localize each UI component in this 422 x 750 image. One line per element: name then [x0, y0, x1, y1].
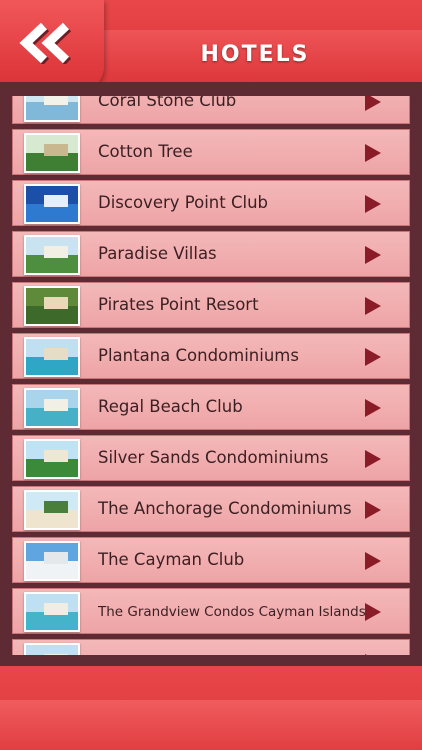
hotel-row[interactable]: The Cayman Club [12, 537, 410, 583]
hotel-thumbnail [24, 235, 80, 275]
double-chevron-left-icon [19, 22, 72, 66]
hotel-thumbnail [24, 133, 80, 173]
hotel-name: Paradise Villas [98, 244, 217, 263]
hotel-list[interactable]: Coral Stone Club Cotton Tree Discovery Poi… [12, 96, 410, 655]
hotel-row[interactable] [12, 639, 410, 655]
chevron-right-icon [365, 297, 381, 315]
hotel-row[interactable]: Plantana Condominiums [12, 333, 410, 379]
hotel-name: Cotton Tree [98, 142, 193, 161]
chevron-right-icon [365, 399, 381, 417]
chevron-right-icon [365, 603, 381, 621]
hotel-thumbnail [24, 439, 80, 479]
chevron-right-icon [365, 144, 381, 162]
hotel-thumbnail [24, 643, 80, 655]
chevron-right-icon [365, 654, 381, 655]
hotel-row[interactable]: Paradise Villas [12, 231, 410, 277]
hotel-row[interactable]: Discovery Point Club [12, 180, 410, 226]
page-title: HOTELS [200, 42, 310, 67]
chevron-right-icon [365, 348, 381, 366]
hotel-row[interactable]: Silver Sands Condominiums [12, 435, 410, 481]
hotel-row[interactable]: Pirates Point Resort [12, 282, 410, 328]
hotel-name: Coral Stone Club [98, 96, 237, 110]
hotel-thumbnail [24, 592, 80, 632]
hotel-row[interactable]: The Grandview Condos Cayman Islands [12, 588, 410, 634]
hotel-thumbnail [24, 96, 80, 122]
hotel-thumbnail [24, 286, 80, 326]
hotel-row[interactable]: Regal Beach Club [12, 384, 410, 430]
back-button[interactable] [14, 22, 74, 66]
chevron-right-icon [365, 246, 381, 264]
hotel-name: Regal Beach Club [98, 397, 243, 416]
hotel-name: Discovery Point Club [98, 193, 269, 212]
hotel-row[interactable]: Cotton Tree [12, 129, 410, 175]
chevron-right-icon [365, 450, 381, 468]
chevron-right-icon [365, 501, 381, 519]
back-tab [0, 0, 104, 92]
hotel-name: Plantana Condominiums [98, 346, 299, 365]
hotel-thumbnail [24, 388, 80, 428]
hotel-name: Silver Sands Condominiums [98, 448, 329, 467]
hotel-name: The Anchorage Condominiums [98, 499, 352, 518]
hotel-row[interactable]: The Anchorage Condominiums [12, 486, 410, 532]
hotel-name: The Grandview Condos Cayman Islands [98, 604, 366, 620]
footer-band [0, 700, 422, 750]
hotel-thumbnail [24, 184, 80, 224]
chevron-right-icon [365, 96, 381, 111]
hotel-thumbnail [24, 541, 80, 581]
hotel-name: The Cayman Club [98, 550, 245, 569]
chevron-right-icon [365, 552, 381, 570]
hotel-row[interactable]: Coral Stone Club [12, 96, 410, 124]
hotel-name: Pirates Point Resort [98, 295, 259, 314]
chevron-right-icon [365, 195, 381, 213]
hotel-thumbnail [24, 337, 80, 377]
hotel-thumbnail [24, 490, 80, 530]
